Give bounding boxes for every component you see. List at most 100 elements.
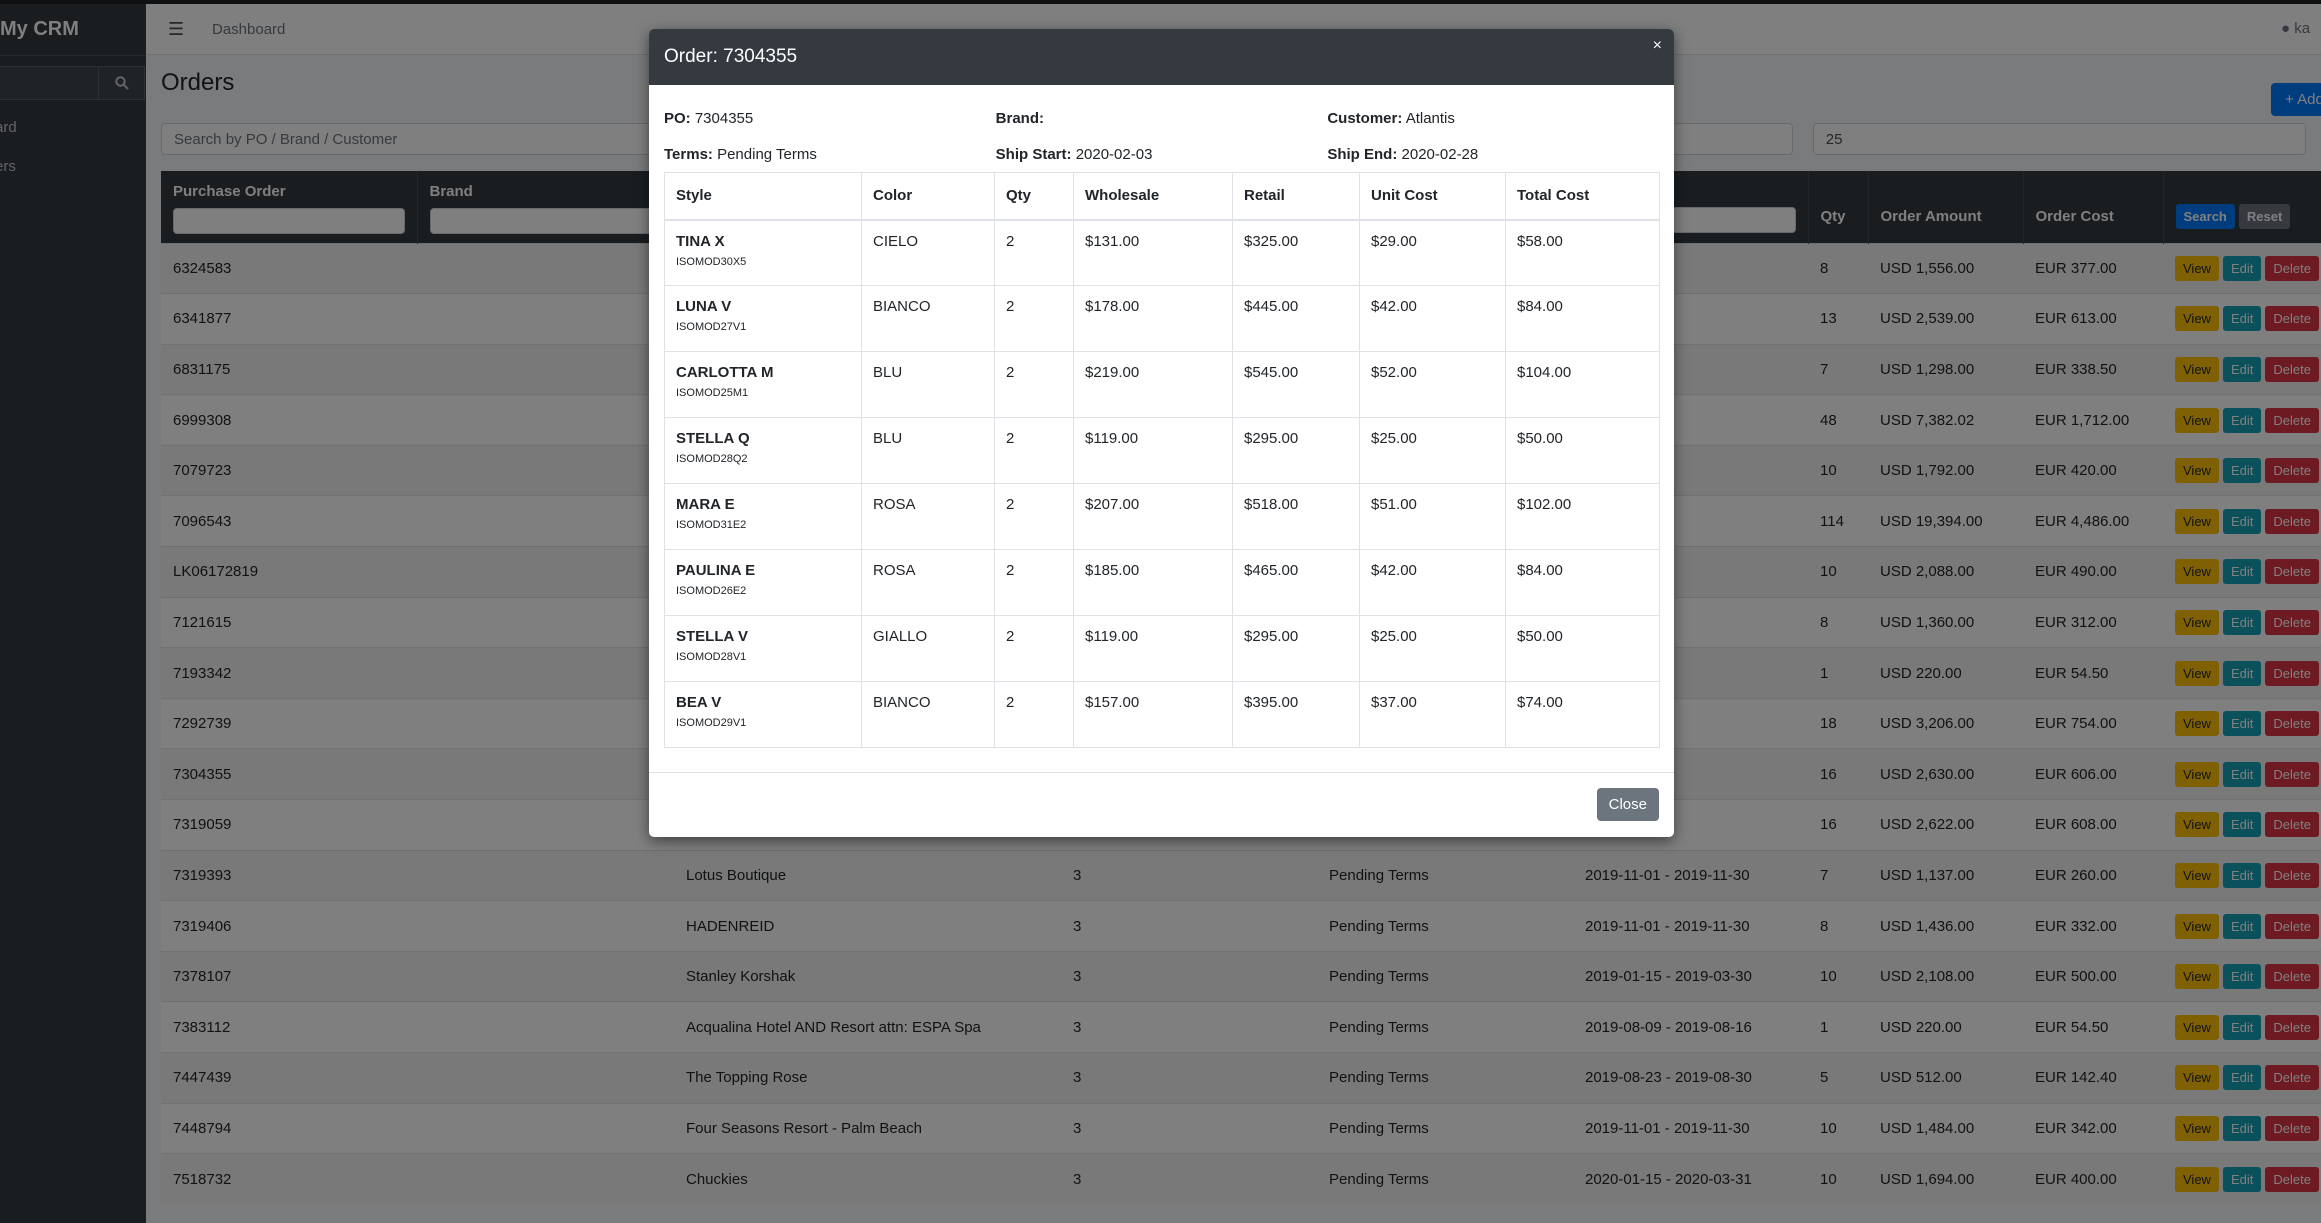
item-retail: $465.00 — [1232, 549, 1360, 616]
item-style-code: ISOMOD29V1 — [676, 717, 747, 729]
item-unit: $37.00 — [1359, 681, 1506, 748]
brand-label: Brand: — [995, 109, 1045, 127]
customer-info: Customer: Atlantis — [1327, 110, 1659, 127]
items-col-header: Total Cost — [1505, 172, 1660, 221]
ship-end-label: Ship End: — [1327, 145, 1398, 163]
ship-start-info: Ship Start: 2020-02-03 — [996, 146, 1328, 163]
item-color: BIANCO — [861, 285, 995, 352]
item-total: $50.00 — [1505, 417, 1660, 484]
order-info-row: PO: 7304355 Brand: Customer: Atlantis — [664, 100, 1659, 136]
close-icon[interactable]: × — [1653, 37, 1662, 55]
item-wholesale: $178.00 — [1073, 285, 1233, 352]
item-color: GIALLO — [861, 615, 995, 682]
terms-label: Terms: — [664, 145, 713, 163]
items-col-header: Wholesale — [1073, 172, 1233, 221]
item-style-code: ISOMOD27V1 — [676, 321, 747, 333]
brand-info: Brand: — [996, 110, 1328, 127]
item-style-cell: STELLA Q ISOMOD28Q2 — [664, 417, 862, 484]
item-style-code: ISOMOD30X5 — [676, 255, 747, 268]
item-style-cell: LUNA V ISOMOD27V1 — [664, 285, 862, 352]
po-value: 7304355 — [694, 109, 754, 127]
item-retail: $295.00 — [1232, 615, 1360, 682]
terms-value: Pending Terms — [717, 145, 817, 163]
item-wholesale: $119.00 — [1073, 615, 1233, 682]
item-retail: $395.00 — [1232, 681, 1360, 748]
table-row: MARA E ISOMOD31E2 ROSA 2 $207.00 $518.00 $51.0… — [664, 483, 1660, 550]
item-color: BLU — [861, 351, 995, 418]
item-unit: $29.00 — [1359, 219, 1506, 286]
table-row: LUNA V ISOMOD27V1 BIANCO 2 $178.00 $445.00 $42… — [664, 285, 1660, 352]
items-col-header: Qty — [994, 172, 1074, 221]
modal-footer: Close — [649, 772, 1674, 837]
item-qty: 2 — [994, 285, 1074, 352]
table-row: PAULINA E ISOMOD26E2 ROSA 2 $185.00 $465.00 $4… — [664, 549, 1660, 616]
item-style-name: STELLA V — [676, 628, 748, 645]
customer-label: Customer: — [1327, 109, 1403, 127]
item-style-cell: MARA E ISOMOD31E2 — [664, 483, 862, 550]
item-style-name: BEA V — [676, 694, 722, 711]
terms-info: Terms: Pending Terms — [664, 146, 996, 163]
customer-value: Atlantis — [1405, 109, 1455, 127]
items-col-header: Color — [861, 172, 995, 221]
ship-end-value: 2020-02-28 — [1401, 145, 1479, 163]
items-body: TINA X ISOMOD30X5 CIELO 2 $131.00 $325.00 $29.… — [664, 219, 1660, 748]
item-retail: $295.00 — [1232, 417, 1360, 484]
item-qty: 2 — [994, 549, 1074, 616]
table-row: BEA V ISOMOD29V1 BIANCO 2 $157.00 $395.00 $37.… — [664, 681, 1660, 748]
item-qty: 2 — [994, 483, 1074, 550]
order-modal: Order: 7304355 × PO: 7304355 Brand: Cust… — [649, 29, 1674, 837]
item-wholesale: $119.00 — [1073, 417, 1233, 484]
item-total: $50.00 — [1505, 615, 1660, 682]
item-unit: $51.00 — [1359, 483, 1506, 550]
item-unit: $42.00 — [1359, 285, 1506, 352]
item-retail: $518.00 — [1232, 483, 1360, 550]
item-qty: 2 — [994, 417, 1074, 484]
item-unit: $42.00 — [1359, 549, 1506, 616]
item-total: $104.00 — [1505, 351, 1660, 418]
item-wholesale: $185.00 — [1073, 549, 1233, 616]
items-header-row: Style Color Qty Wholesale Retail Unit Cost Tot… — [664, 172, 1660, 221]
item-style-name: TINA X — [676, 232, 725, 250]
item-qty: 2 — [994, 351, 1074, 418]
items-col-header: Retail — [1232, 172, 1360, 221]
po-label: PO: — [664, 109, 691, 127]
items-col-header: Style — [664, 172, 862, 221]
item-wholesale: $207.00 — [1073, 483, 1233, 550]
item-style-name: CARLOTTA M — [676, 364, 774, 381]
item-style-code: ISOMOD28V1 — [676, 651, 747, 663]
close-button[interactable]: Close — [1596, 788, 1659, 821]
item-style-cell: BEA V ISOMOD29V1 — [664, 681, 862, 748]
item-style-code: ISOMOD28Q2 — [676, 453, 748, 465]
order-items-table: Style Color Qty Wholesale Retail Unit Cost Tot… — [664, 172, 1660, 748]
ship-start-value: 2020-02-03 — [1075, 145, 1153, 163]
item-style-cell: PAULINA E ISOMOD26E2 — [664, 549, 862, 616]
modal-header: Order: 7304355 × — [649, 29, 1674, 85]
item-total: $84.00 — [1505, 285, 1660, 352]
item-total: $74.00 — [1505, 681, 1660, 748]
item-wholesale: $157.00 — [1073, 681, 1233, 748]
item-unit: $25.00 — [1359, 615, 1506, 682]
item-color: BIANCO — [861, 681, 995, 748]
table-row: TINA X ISOMOD30X5 CIELO 2 $131.00 $325.00 $29.… — [664, 219, 1660, 286]
item-retail: $325.00 — [1232, 219, 1360, 286]
po-info: PO: 7304355 — [664, 110, 996, 127]
item-unit: $25.00 — [1359, 417, 1506, 484]
item-qty: 2 — [994, 219, 1074, 286]
modal-title: Order: 7304355 — [664, 46, 798, 67]
item-unit: $52.00 — [1359, 351, 1506, 418]
ship-start-label: Ship Start: — [995, 145, 1072, 163]
item-wholesale: $131.00 — [1073, 219, 1233, 286]
item-total: $84.00 — [1505, 549, 1660, 616]
item-total: $58.00 — [1505, 219, 1660, 286]
item-style-code: ISOMOD31E2 — [676, 519, 747, 531]
item-color: BLU — [861, 417, 995, 484]
item-style-code: ISOMOD25M1 — [676, 387, 749, 399]
item-qty: 2 — [994, 615, 1074, 682]
item-color: ROSA — [861, 549, 995, 616]
item-style-name: MARA E — [676, 496, 735, 513]
order-dates-row: Terms: Pending Terms Ship Start: 2020-02… — [664, 136, 1659, 172]
item-style-name: STELLA Q — [676, 430, 750, 447]
item-style-cell: TINA X ISOMOD30X5 — [664, 219, 862, 286]
table-row: CARLOTTA M ISOMOD25M1 BLU 2 $219.00 $545.00 $5… — [664, 351, 1660, 418]
item-style-name: LUNA V — [676, 298, 732, 315]
